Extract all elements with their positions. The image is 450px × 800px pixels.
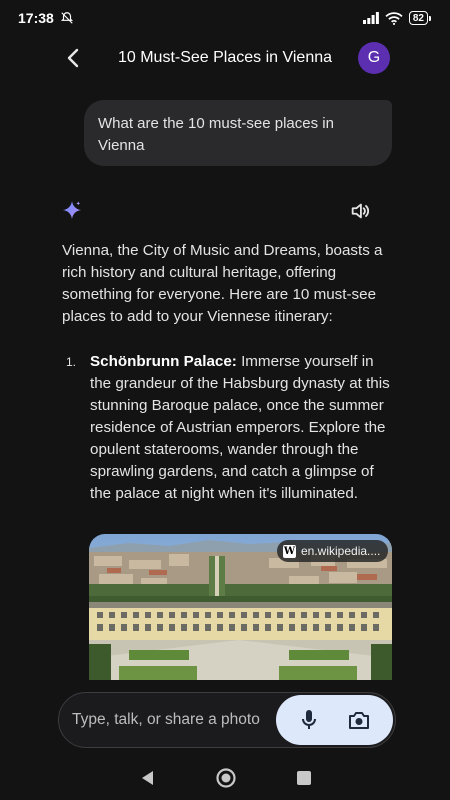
mic-button[interactable] — [296, 707, 322, 733]
list-item-number: 1. — [66, 355, 77, 369]
speaker-icon — [351, 203, 370, 219]
back-button[interactable] — [58, 43, 88, 73]
battery-indicator: 82 — [408, 11, 432, 25]
user-message-text: What are the 10 must-see places in Vienn… — [98, 115, 334, 154]
read-aloud-button[interactable] — [349, 200, 371, 222]
system-nav-bar — [0, 760, 450, 800]
status-time: 17:38 — [18, 10, 54, 26]
nav-home-icon[interactable] — [215, 767, 237, 789]
status-bar: 17:38 82 — [0, 0, 450, 36]
bell-off-icon — [60, 12, 73, 24]
composer-actions — [276, 695, 393, 745]
wikipedia-icon: W — [283, 544, 296, 558]
nav-back-icon[interactable] — [138, 768, 158, 788]
wifi-icon — [385, 11, 403, 25]
signal-icon — [362, 12, 379, 24]
prompt-input[interactable] — [72, 706, 262, 734]
response-intro: Vienna, the City of Music and Dreams, bo… — [62, 242, 383, 325]
gemini-sparkle-icon — [62, 200, 82, 220]
list-item-title: Schönbrunn Palace: — [90, 353, 237, 370]
camera-button[interactable] — [346, 707, 372, 733]
source-chip[interactable]: W en.wikipedia.... — [277, 540, 389, 562]
list-item-body: Schönbrunn Palace: Immerse yourself in t… — [90, 351, 390, 505]
source-label: en.wikipedia.... — [301, 544, 381, 558]
camera-icon — [349, 712, 369, 729]
list-item: 1. Schönbrunn Palace: Immerse yourself i… — [62, 351, 392, 505]
user-message-bubble: What are the 10 must-see places in Vienn… — [84, 100, 392, 166]
battery-level: 82 — [412, 12, 424, 24]
list-item-text: Immerse yourself in the grandeur of the … — [90, 353, 390, 502]
avatar-letter: G — [367, 49, 381, 66]
page-title: 10 Must-See Places in Vienna — [117, 49, 333, 66]
top-app-bar: 10 Must-See Places in Vienna G — [0, 36, 450, 80]
avatar[interactable]: G — [358, 42, 390, 74]
mic-icon — [302, 710, 316, 729]
status-left: 17:38 — [18, 10, 74, 26]
status-right: 82 — [362, 11, 432, 25]
nav-recents-icon[interactable] — [296, 770, 312, 786]
back-arrow-icon — [67, 48, 79, 68]
